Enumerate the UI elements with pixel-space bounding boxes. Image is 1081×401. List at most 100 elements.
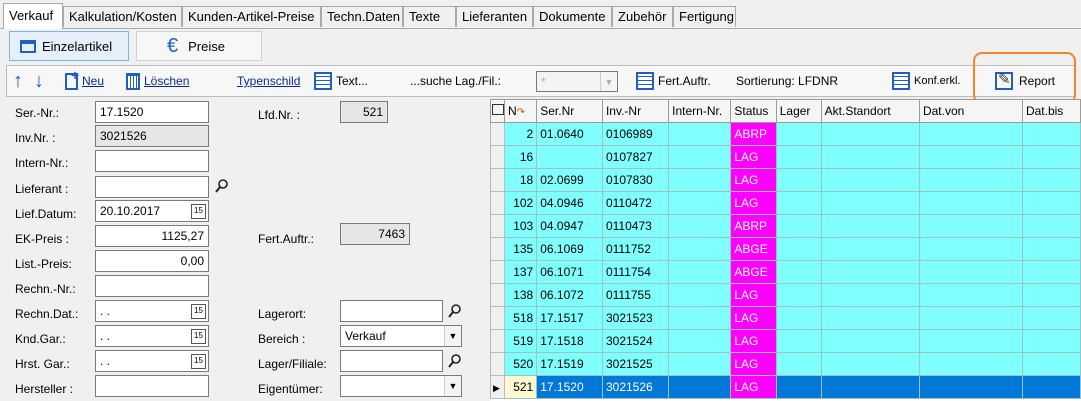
typenschild-link[interactable]: Typenschild bbox=[237, 66, 300, 96]
calendar-icon[interactable]: 15 bbox=[191, 204, 206, 219]
cell-akt-standort[interactable] bbox=[820, 375, 920, 399]
cell-status[interactable]: LAG bbox=[730, 329, 777, 353]
calendar-icon[interactable]: 15 bbox=[191, 304, 206, 319]
suche-link[interactable]: ...suche bbox=[410, 66, 452, 96]
cell-status[interactable]: LAG bbox=[730, 145, 777, 169]
cell-dat-von[interactable] bbox=[918, 375, 1023, 399]
calendar-icon[interactable]: 15 bbox=[191, 354, 206, 369]
cell-akt-standort[interactable] bbox=[820, 329, 920, 353]
cell-dat-von[interactable] bbox=[918, 283, 1023, 307]
text-button[interactable]: Text... bbox=[314, 66, 368, 96]
cell-dat-von[interactable] bbox=[918, 122, 1023, 146]
column-header-intern-nr[interactable]: Intern-Nr. bbox=[668, 99, 732, 123]
cell-ser-nr[interactable]: 06.1069 bbox=[536, 237, 603, 261]
cell-n[interactable]: 18 bbox=[503, 168, 538, 192]
cell-akt-standort[interactable] bbox=[820, 352, 920, 376]
bereich-select[interactable]: Verkauf ▼ bbox=[340, 325, 462, 347]
cell-intern-nr[interactable] bbox=[668, 191, 732, 215]
internnr-field[interactable] bbox=[95, 150, 209, 172]
row-selector[interactable] bbox=[490, 260, 505, 284]
cell-dat-bis[interactable] bbox=[1021, 191, 1081, 215]
column-header-dat-von[interactable]: Dat.von bbox=[918, 99, 1023, 123]
cell-inv-nr[interactable]: 3021524 bbox=[601, 329, 670, 353]
cell-n[interactable]: 519 bbox=[503, 329, 538, 353]
cell-ser-nr[interactable]: 06.1071 bbox=[536, 260, 603, 284]
cell-lager[interactable] bbox=[775, 283, 822, 307]
tab-dokumente[interactable]: Dokumente bbox=[533, 6, 612, 27]
cell-inv-nr[interactable]: 0107827 bbox=[601, 145, 670, 169]
ekpreis-field[interactable]: 1125,27 bbox=[95, 225, 209, 247]
cell-n[interactable]: 137 bbox=[503, 260, 538, 284]
cell-n[interactable]: 16 bbox=[503, 145, 538, 169]
cell-akt-standort[interactable] bbox=[820, 145, 920, 169]
cell-lager[interactable] bbox=[775, 352, 822, 376]
cell-status[interactable]: LAG bbox=[730, 306, 777, 330]
cell-lager[interactable] bbox=[775, 329, 822, 353]
cell-lager[interactable] bbox=[775, 306, 822, 330]
cell-n[interactable]: 103 bbox=[503, 214, 538, 238]
cell-intern-nr[interactable] bbox=[668, 283, 732, 307]
cell-status[interactable]: ABGE bbox=[730, 237, 777, 261]
cell-ser-nr[interactable]: 17.1518 bbox=[536, 329, 603, 353]
tab-techn-daten[interactable]: Techn.Daten bbox=[321, 6, 403, 27]
cell-lager[interactable] bbox=[775, 122, 822, 146]
row-selector[interactable] bbox=[490, 352, 505, 376]
cell-ser-nr[interactable]: 17.1519 bbox=[536, 352, 603, 376]
cell-dat-bis[interactable] bbox=[1021, 352, 1081, 376]
cell-akt-standort[interactable] bbox=[820, 122, 920, 146]
tab-zubehoer[interactable]: Zubehör bbox=[612, 6, 673, 27]
row-selector[interactable] bbox=[490, 306, 505, 330]
cell-intern-nr[interactable] bbox=[668, 375, 732, 399]
fertauftr-field[interactable]: 7463 bbox=[340, 223, 410, 245]
cell-inv-nr[interactable]: 3021526 bbox=[601, 375, 670, 399]
lfdnr-field[interactable]: 521 bbox=[340, 101, 388, 123]
cell-dat-bis[interactable] bbox=[1021, 168, 1081, 192]
cell-status[interactable]: LAG bbox=[730, 283, 777, 307]
table-row[interactable]: 519 17.1518 3021524 LAG bbox=[490, 329, 1081, 353]
cell-akt-standort[interactable] bbox=[820, 260, 920, 284]
konf-erkl-button[interactable]: Konf.erkl. bbox=[892, 66, 960, 96]
cell-inv-nr[interactable]: 0107830 bbox=[601, 168, 670, 192]
table-row[interactable]: 18 02.0699 0107830 LAG bbox=[490, 168, 1081, 192]
cell-n[interactable]: 102 bbox=[503, 191, 538, 215]
cell-lager[interactable] bbox=[775, 145, 822, 169]
cell-inv-nr[interactable]: 0111752 bbox=[601, 237, 670, 261]
cell-n[interactable]: 2 bbox=[503, 122, 538, 146]
table-row[interactable]: 103 04.0947 0110473 ABRP bbox=[490, 214, 1081, 238]
row-selector[interactable] bbox=[490, 145, 505, 169]
arrow-up-icon[interactable]: ↑ bbox=[13, 66, 23, 96]
cell-dat-von[interactable] bbox=[918, 145, 1023, 169]
cell-lager[interactable] bbox=[775, 168, 822, 192]
table-row[interactable]: ▶ 521 17.1520 3021526 LAG bbox=[490, 375, 1081, 399]
row-selector[interactable] bbox=[490, 214, 505, 238]
hersteller-field[interactable] bbox=[95, 375, 209, 397]
cell-lager[interactable] bbox=[775, 191, 822, 215]
cell-akt-standort[interactable] bbox=[820, 214, 920, 238]
cell-status[interactable]: LAG bbox=[730, 191, 777, 215]
cell-status[interactable]: LAG bbox=[730, 168, 777, 192]
cell-inv-nr[interactable]: 0110473 bbox=[601, 214, 670, 238]
cell-akt-standort[interactable] bbox=[820, 283, 920, 307]
cell-akt-standort[interactable] bbox=[820, 237, 920, 261]
cell-dat-bis[interactable] bbox=[1021, 306, 1081, 330]
cell-inv-nr[interactable]: 0110472 bbox=[601, 191, 670, 215]
cell-dat-von[interactable] bbox=[918, 306, 1023, 330]
listpreis-field[interactable]: 0,00 bbox=[95, 250, 209, 272]
cell-dat-von[interactable] bbox=[918, 260, 1023, 284]
cell-intern-nr[interactable] bbox=[668, 260, 732, 284]
cell-lager[interactable] bbox=[775, 260, 822, 284]
cell-dat-von[interactable] bbox=[918, 329, 1023, 353]
cell-n[interactable]: 520 bbox=[503, 352, 538, 376]
cell-ser-nr[interactable] bbox=[536, 145, 603, 169]
cell-dat-von[interactable] bbox=[918, 191, 1023, 215]
lagerort-field[interactable] bbox=[340, 300, 443, 322]
rechndat-field[interactable]: . . 15 bbox=[95, 300, 209, 322]
tab-texte[interactable]: Texte bbox=[403, 6, 456, 27]
cell-dat-bis[interactable] bbox=[1021, 214, 1081, 238]
row-selector[interactable] bbox=[490, 191, 505, 215]
cell-dat-bis[interactable] bbox=[1021, 375, 1081, 399]
column-header-inv-nr[interactable]: Inv.-Nr bbox=[601, 99, 670, 123]
table-row[interactable]: 2 01.0640 0106989 ABRP bbox=[490, 122, 1081, 146]
cell-dat-von[interactable] bbox=[918, 352, 1023, 376]
cell-status[interactable]: ABRP bbox=[730, 214, 777, 238]
